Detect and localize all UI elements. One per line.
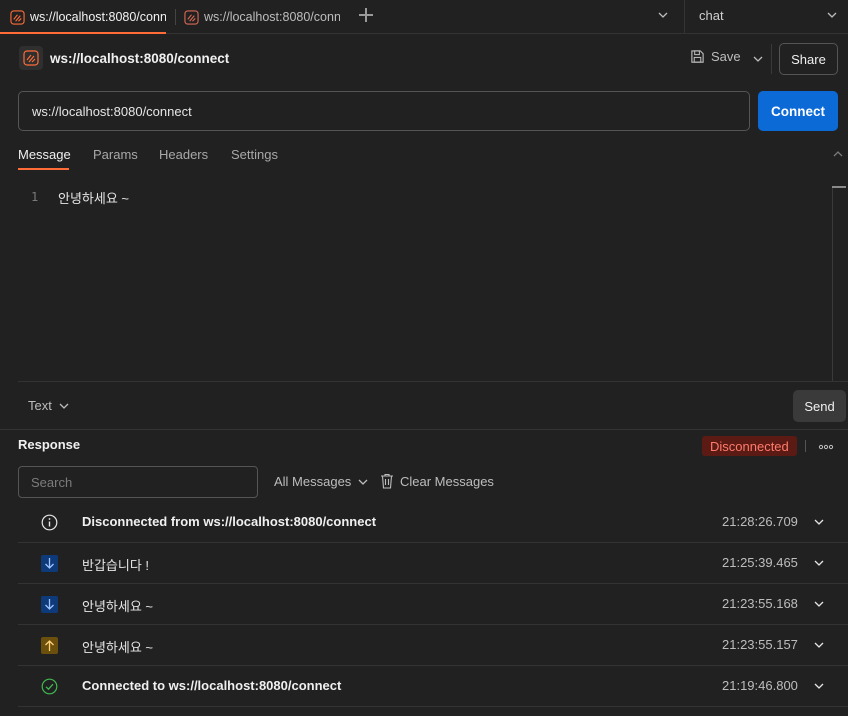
line-number: 1 (31, 190, 39, 204)
save-label: Save (711, 49, 741, 64)
message-time: 21:25:39.465 (722, 555, 798, 570)
tab-label: ws://localhost:8080/connect (204, 10, 340, 24)
tab-bar: ws://localhost:8080/connect ws://localho… (0, 0, 848, 34)
websocket-icon (10, 9, 25, 25)
chevron-down-icon[interactable] (813, 680, 825, 692)
status-divider (805, 440, 806, 452)
active-request-tab-indicator (18, 168, 69, 170)
tab-websocket-2[interactable]: ws://localhost:8080/connect (184, 0, 340, 34)
chevron-down-icon[interactable] (813, 639, 825, 651)
clear-messages-button[interactable]: Clear Messages (380, 473, 494, 489)
tab-websocket-1[interactable]: ws://localhost:8080/connect (10, 0, 166, 34)
response-title: Response (18, 437, 81, 452)
chevron-down-icon (358, 479, 368, 485)
status-badge: Disconnected (702, 436, 797, 456)
message-row[interactable]: 안녕하세요 ~ 21:23:55.157 (18, 625, 848, 666)
chevron-down-icon[interactable] (657, 9, 669, 21)
message-row[interactable]: 안녕하세요 ~ 21:23:55.168 (18, 584, 848, 625)
message-time: 21:23:55.157 (722, 637, 798, 652)
url-input[interactable] (18, 91, 750, 131)
chevron-down-icon[interactable] (813, 557, 825, 569)
message-row[interactable]: 반갑습니다 ! 21:25:39.465 (18, 543, 848, 584)
tab-headers[interactable]: Headers (159, 147, 208, 162)
connect-button[interactable]: Connect (758, 91, 838, 131)
message-text: 안녕하세요 ~ (82, 599, 154, 614)
save-button[interactable]: Save (690, 49, 741, 64)
chevron-down-icon[interactable] (813, 516, 825, 528)
tab-settings[interactable]: Settings (231, 147, 278, 162)
environment-select[interactable]: chat (699, 8, 724, 23)
active-tab-indicator (0, 32, 166, 34)
message-time: 21:23:55.168 (722, 596, 798, 611)
message-time: 21:19:46.800 (722, 678, 798, 693)
chevron-down-icon[interactable] (752, 53, 764, 65)
chevron-down-icon[interactable] (813, 598, 825, 610)
save-icon (691, 50, 704, 63)
message-row[interactable]: Disconnected from ws://localhost:8080/co… (18, 502, 848, 543)
websocket-request-icon (19, 46, 43, 70)
editor-line[interactable]: 안녕하세요 ~ (58, 188, 129, 207)
message-filter-select[interactable]: All Messages (274, 474, 369, 489)
chevron-down-icon[interactable] (826, 9, 838, 21)
message-text: 안녕하세요 ~ (82, 640, 154, 655)
arrow-down-icon (41, 555, 58, 572)
editor-divider (18, 381, 848, 382)
header-divider (771, 44, 772, 74)
filter-label: All Messages (274, 474, 352, 489)
info-icon (41, 514, 58, 531)
message-text: Connected to ws://localhost:8080/connect (82, 678, 342, 693)
request-title[interactable]: ws://localhost:8080/connect (50, 51, 229, 66)
arrow-up-icon (41, 637, 58, 654)
env-divider (684, 0, 685, 34)
send-button[interactable]: Send (793, 390, 846, 422)
search-input[interactable] (18, 466, 258, 498)
message-time: 21:28:26.709 (722, 514, 798, 529)
format-label: Text (28, 398, 52, 413)
arrow-down-icon (41, 596, 58, 613)
share-button[interactable]: Share (779, 43, 838, 75)
format-select[interactable]: Text (28, 398, 70, 413)
check-circle-icon (41, 678, 58, 695)
more-options-icon[interactable] (818, 444, 834, 450)
message-editor[interactable]: 1 안녕하세요 ~ (0, 180, 848, 382)
message-text: 반갑습니다 ! (82, 558, 150, 573)
new-tab-plus-icon[interactable] (358, 7, 374, 23)
editor-scrollbar-thumb[interactable] (832, 186, 846, 188)
chevron-up-icon[interactable] (832, 148, 844, 160)
tab-label: ws://localhost:8080/connect (30, 10, 166, 24)
trash-icon (381, 473, 393, 489)
tab-message[interactable]: Message (18, 147, 71, 162)
message-text: Disconnected from ws://localhost:8080/co… (82, 514, 377, 529)
message-list: Disconnected from ws://localhost:8080/co… (18, 502, 848, 707)
tab-divider (175, 9, 176, 25)
editor-scrollbar[interactable] (832, 188, 833, 381)
chevron-down-icon (59, 403, 69, 409)
clear-label: Clear Messages (400, 473, 494, 489)
message-row[interactable]: Connected to ws://localhost:8080/connect… (18, 666, 848, 707)
websocket-icon (184, 9, 199, 25)
tab-params[interactable]: Params (93, 147, 138, 162)
pane-divider[interactable] (0, 429, 848, 430)
